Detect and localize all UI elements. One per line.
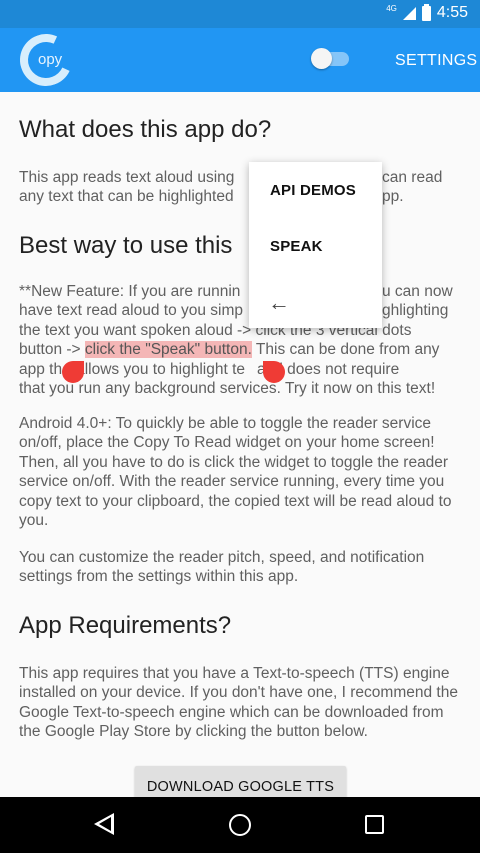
selection-handle-start[interactable]	[62, 361, 84, 383]
text-fragment: have text read aloud to you simp	[19, 302, 244, 320]
text-line: the text you want spoken aloud -> click …	[19, 321, 412, 339]
text-line: any text that can be highlighted	[19, 188, 234, 206]
nav-back-icon[interactable]	[94, 813, 114, 835]
battery-icon	[421, 3, 431, 21]
status-icons: 4G 4:55	[386, 3, 468, 22]
reader-service-toggle[interactable]	[311, 48, 349, 69]
status-bar: 4G 4:55	[0, 0, 480, 28]
text-selection-overflow-menu: API DEMOS SPEAK ←	[249, 162, 382, 328]
text-fragment: button ->	[19, 341, 85, 359]
text-line: pp.	[382, 188, 404, 206]
nav-home-icon[interactable]	[229, 814, 251, 836]
navigation-bar	[0, 797, 480, 853]
selection-handle-end[interactable]	[263, 361, 285, 383]
text-line: button -> click the "Speak" button. This…	[19, 340, 464, 359]
highlighted-selection[interactable]: click the "Speak" button.	[84, 341, 252, 359]
feature-paragraph[interactable]: **New Feature: If you are runnin u can n…	[19, 282, 464, 398]
widget-paragraph: Android 4.0+: To quickly be able to togg…	[19, 415, 452, 530]
text-line: This app reads text aloud using	[19, 169, 235, 186]
app-logo: opy	[12, 26, 80, 94]
text-fragment: ghlighting	[382, 302, 449, 320]
heading-what-does: What does this app do?	[19, 116, 272, 143]
menu-item-speak[interactable]: SPEAK	[270, 238, 323, 255]
menu-item-api-demos[interactable]: API DEMOS	[270, 182, 356, 199]
back-arrow-icon[interactable]: ←	[268, 290, 290, 316]
text-line: app th allows you to highlight te and does…	[19, 360, 464, 379]
text-fragment: This can be done from any	[251, 341, 440, 359]
text-fragment: allows you to highlight te	[76, 360, 245, 378]
text-fragment: **New Feature: If you are runnin	[19, 283, 241, 300]
customize-paragraph: You can customize the reader pitch, spee…	[19, 549, 425, 586]
nav-recents-icon[interactable]	[365, 815, 384, 834]
network-type: 4G	[386, 3, 397, 13]
main-content[interactable]: What does this app do? This app reads te…	[0, 92, 480, 797]
settings-button[interactable]: SETTINGS	[395, 52, 477, 70]
clock: 4:55	[436, 4, 468, 21]
logo-text: opy	[38, 51, 63, 68]
heading-best-way: Best way to use this	[19, 232, 233, 259]
app-bar: opy SETTINGS	[0, 26, 480, 94]
text-line: can read	[382, 169, 443, 186]
text-line: **New Feature: If you are runnin u can n…	[19, 282, 464, 301]
intro-paragraph-right: can read pp.	[382, 168, 462, 207]
heading-app-requirements: App Requirements?	[19, 612, 232, 639]
intro-paragraph: This app reads text aloud using any text…	[19, 168, 249, 207]
requirements-paragraph: This app requires that you have a Text-t…	[19, 665, 458, 741]
text-line: have text read aloud to you simp ghlight…	[19, 301, 464, 320]
signal-icon	[402, 6, 416, 20]
text-line: that you run any background services. Tr…	[19, 380, 436, 398]
text-fragment: app th	[19, 360, 63, 378]
text-fragment: u can now	[382, 283, 453, 300]
toggle-thumb	[311, 48, 332, 69]
